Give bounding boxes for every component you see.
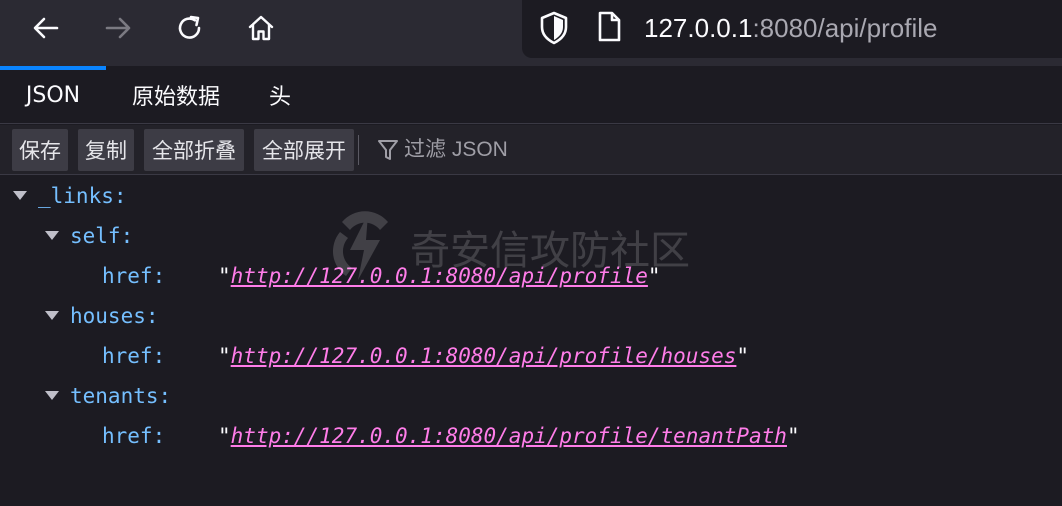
self-href-link[interactable]: http://127.0.0.1:8080/api/profile	[231, 264, 648, 288]
tab-raw-data[interactable]: 原始数据	[112, 66, 240, 124]
filter-icon	[378, 140, 398, 160]
browser-toolbar: 127.0.0.1:8080/api/profile	[0, 0, 1062, 66]
url-bar[interactable]: 127.0.0.1:8080/api/profile	[522, 0, 1062, 58]
home-button[interactable]	[239, 8, 283, 48]
houses-href-link[interactable]: http://127.0.0.1:8080/api/profile/houses	[231, 344, 737, 368]
toolbar-separator	[358, 135, 359, 165]
expand-toggle-icon[interactable]	[45, 391, 59, 400]
url-host: 127.0.0.1	[644, 13, 753, 43]
tree-row-links[interactable]: _links:	[0, 176, 1062, 216]
back-arrow-icon	[33, 17, 59, 39]
home-icon	[248, 15, 274, 41]
json-key: href:	[102, 344, 166, 368]
json-key: href:	[102, 264, 166, 288]
viewer-tabs: JSON 原始数据 头	[0, 66, 1062, 124]
tab-json[interactable]: JSON	[0, 66, 106, 124]
tenants-href-link[interactable]: http://127.0.0.1:8080/api/profile/tenant…	[231, 424, 787, 448]
url-text[interactable]: 127.0.0.1:8080/api/profile	[644, 13, 937, 43]
filter-json-input[interactable]	[404, 133, 1044, 167]
shield-icon[interactable]	[538, 10, 570, 46]
tree-row-self[interactable]: self:	[0, 216, 1062, 256]
json-key: tenants:	[70, 384, 172, 408]
tree-row-self-href[interactable]: href: "http://127.0.0.1:8080/api/profile…	[0, 256, 1062, 296]
forward-arrow-icon	[105, 17, 131, 39]
reload-icon	[178, 15, 201, 39]
url-path: :8080/api/profile	[752, 13, 938, 43]
json-key: href:	[102, 424, 166, 448]
collapse-all-button[interactable]: 全部折叠	[144, 129, 244, 171]
tree-row-houses[interactable]: houses:	[0, 296, 1062, 336]
save-button[interactable]: 保存	[12, 129, 68, 171]
json-key: self:	[70, 224, 134, 248]
json-tree: _links: self: href: "http://127.0.0.1:80…	[0, 176, 1062, 506]
tree-row-houses-href[interactable]: href: "http://127.0.0.1:8080/api/profile…	[0, 336, 1062, 376]
expand-toggle-icon[interactable]	[45, 231, 59, 240]
json-key: houses:	[70, 304, 159, 328]
tab-headers-label: 头	[268, 85, 291, 110]
page-icon[interactable]	[596, 10, 622, 44]
back-button[interactable]	[24, 8, 68, 48]
action-bar: 保存 复制 全部折叠 全部展开	[0, 125, 1062, 175]
reload-button[interactable]	[168, 8, 212, 48]
tab-headers[interactable]: 头	[250, 66, 310, 124]
json-string-value: "http://127.0.0.1:8080/api/profile"	[218, 264, 661, 288]
expand-toggle-icon[interactable]	[13, 191, 27, 200]
tab-raw-data-label: 原始数据	[131, 85, 220, 110]
copy-button[interactable]: 复制	[78, 129, 134, 171]
tab-json-label: JSON	[25, 82, 81, 108]
tree-row-tenants[interactable]: tenants:	[0, 376, 1062, 416]
json-string-value: "http://127.0.0.1:8080/api/profile/house…	[218, 344, 750, 368]
forward-button[interactable]	[96, 8, 140, 48]
json-string-value: "http://127.0.0.1:8080/api/profile/tenan…	[218, 424, 800, 448]
expand-toggle-icon[interactable]	[45, 311, 59, 320]
json-key: _links:	[38, 184, 127, 208]
tree-row-tenants-href[interactable]: href: "http://127.0.0.1:8080/api/profile…	[0, 416, 1062, 456]
expand-all-button[interactable]: 全部展开	[254, 129, 354, 171]
